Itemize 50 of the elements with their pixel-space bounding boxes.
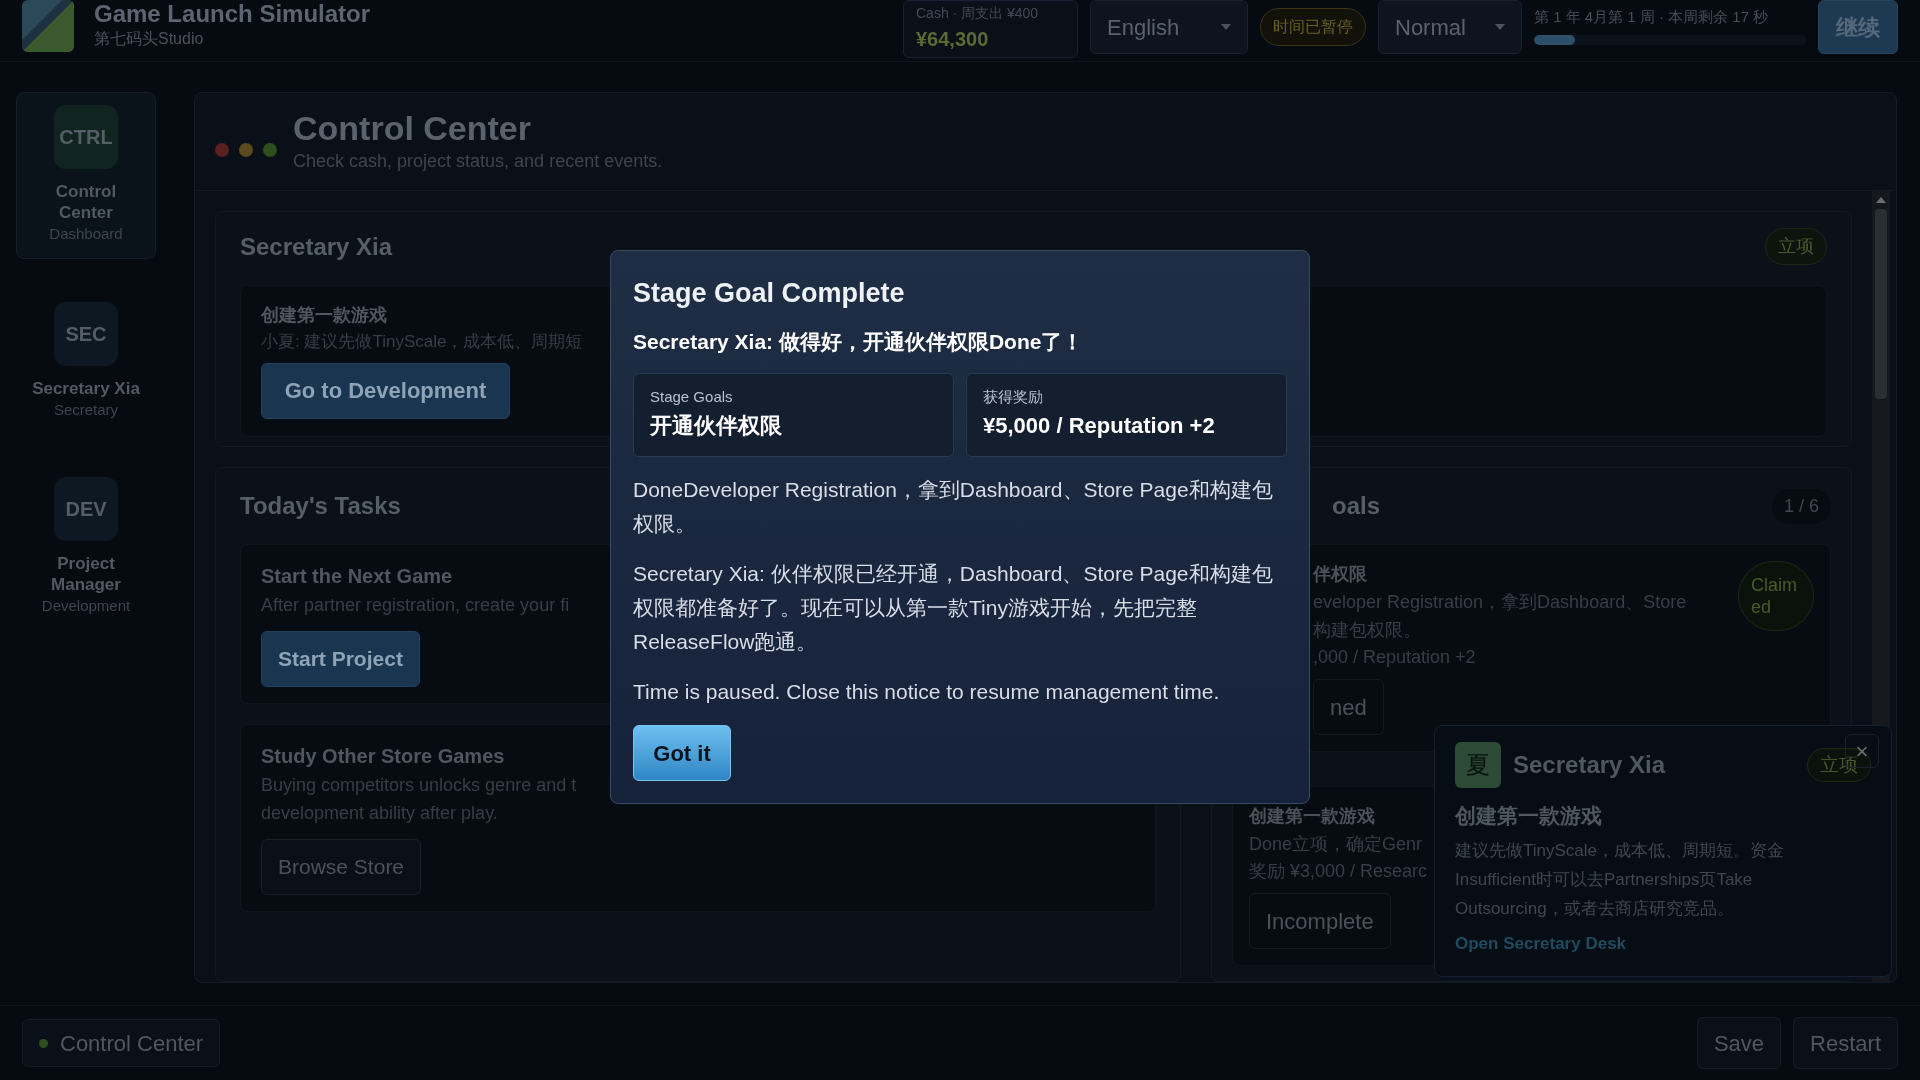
status-badge: 立项 [1765,228,1827,265]
dialog-paragraph: Secretary Xia: 伙伴权限已经开通，Dashboard、Store Page和构建包权限都准备好了。现在可以从第一款Tiny游戏开始，先把完整ReleaseFlow跑通。 [633,561,1274,655]
dialog-paragraph: DoneDeveloper Registration，拿到Dashboard、Store Page和构建包权限。 [633,477,1274,537]
caret-icon [1221,24,1231,30]
avatar-badge: 夏 [1455,742,1501,788]
stat-value: 开通伙伴权限 [650,411,783,440]
goal-button[interactable]: ned [1313,679,1384,735]
got-it-button[interactable]: Got it [633,725,731,781]
toast-task-title: 创建第一款游戏 [1455,803,1603,829]
goal-title: 伴权限 [1313,563,1367,586]
stat-value: ¥5,000 / Reputation +2 [983,411,1216,440]
goal-counter: 1 / 6 [1771,488,1831,524]
task-title: Start the Next Game [261,564,453,589]
status-badge: Claimed [1738,561,1814,631]
card-title: Today's Tasks [240,491,401,521]
stat-label: 获得奖励 [983,387,1044,407]
page-title: Control Center [293,108,532,148]
week-label: 第 1 年 4月第 1 周 · 本周剩余 17 秒 [1534,7,1770,27]
sidebar-item[interactable]: SEC Secretary Xia Secretary [16,288,156,434]
toast-text: 建议先做TinyScale，成本低、周期短。资金Insufficient时可以去Partnerships页Take Outsourcing，或者去商店研究竞品。 [1455,839,1785,920]
sidebar-item[interactable]: DEV Project Manager Development [16,464,156,631]
footer-button[interactable]: Save [1696,1017,1782,1069]
dialog-title: Stage Goal Complete [633,277,906,310]
status-chip: Control Center [22,1019,221,1067]
task-button[interactable]: Browse Store [261,839,422,895]
language-dropdown[interactable]: English [1090,0,1248,54]
paused-badge: 时间已暂停 [1260,8,1366,46]
cash-amount: ¥64,300 [916,27,990,52]
toast-title: Secretary Xia [1513,750,1666,780]
card-title: oals [1332,491,1381,521]
logo-icon [22,0,74,52]
studio-name: 第七码头Studio [94,29,205,49]
cash-label: Cash · 周支出 ¥400 [916,4,1040,23]
go-to-development-button[interactable]: Go to Development [261,362,510,419]
card-title: Secretary Xia [240,231,393,262]
stat-label: Stage Goals [650,387,734,407]
goal-button[interactable]: Incomplete [1249,893,1391,949]
dialog-message: Secretary Xia: 做得好，开通伙伴权限Done了！ [633,328,1085,355]
scroll-up-icon[interactable] [1876,197,1886,203]
goal-title: 创建第一款游戏 [1249,805,1375,828]
dialog-paragraph: Time is paused. Close this notice to resume management time. [633,679,1221,705]
task-title: Study Other Store Games [261,744,505,769]
task-button[interactable]: Start Project [261,631,420,687]
footer-button[interactable]: Restart [1793,1017,1898,1069]
speed-dropdown[interactable]: Normal [1378,0,1522,54]
resume-button[interactable]: 继续 [1818,0,1898,54]
open-secretary-desk-link[interactable]: Open Secretary Desk [1455,930,1871,956]
caret-icon [1495,24,1505,30]
app-title: Game Launch Simulator [94,0,371,28]
task-title: 创建第一款游戏 [261,304,387,327]
